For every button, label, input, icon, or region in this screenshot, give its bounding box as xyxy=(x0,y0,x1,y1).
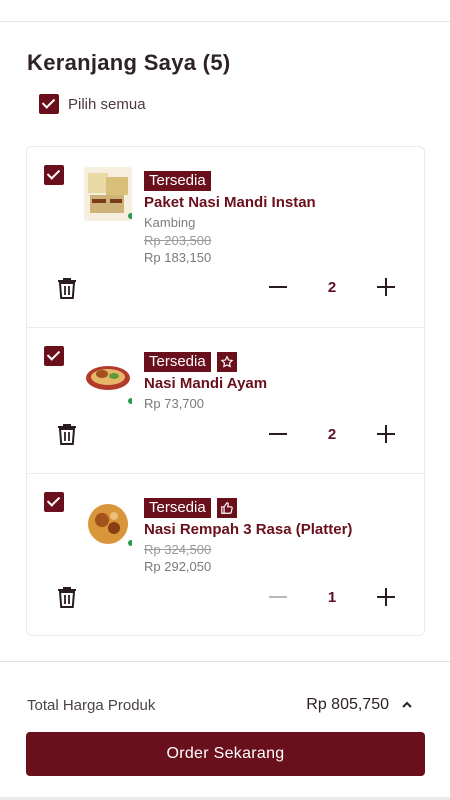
item-name[interactable]: Nasi Rempah 3 Rasa (Platter) xyxy=(144,521,352,538)
item-checkbox[interactable] xyxy=(44,165,64,185)
page-title: Keranjang Saya (5) xyxy=(27,50,231,75)
item-name[interactable]: Paket Nasi Mandi Instan xyxy=(144,194,316,211)
cart-item: Tersedia Nasi Mandi Ayam Rp 73,700 2 xyxy=(27,327,424,473)
trash-icon[interactable] xyxy=(56,276,78,300)
cart-item: Tersedia Paket Nasi Mandi Instan Kambing… xyxy=(27,147,424,327)
chevron-up-icon[interactable] xyxy=(400,698,414,712)
order-now-button[interactable]: Order Sekarang xyxy=(26,732,425,776)
select-all-row[interactable]: Pilih semua xyxy=(39,94,146,114)
trash-icon[interactable] xyxy=(56,422,78,446)
decrease-quantity-button[interactable] xyxy=(267,423,289,445)
item-checkbox[interactable] xyxy=(44,492,64,512)
quantity-value: 1 xyxy=(327,588,337,606)
item-old-price: Rp 203,500 xyxy=(144,233,212,248)
available-dot xyxy=(128,213,132,219)
quantity-stepper: 2 xyxy=(267,422,397,446)
increase-quantity-button[interactable] xyxy=(375,586,397,608)
header-strip xyxy=(0,0,450,22)
increase-quantity-button[interactable] xyxy=(375,276,397,298)
quantity-stepper: 2 xyxy=(267,275,397,299)
product-image-graphic xyxy=(84,352,132,406)
availability-badge: Tersedia xyxy=(144,352,211,372)
product-image-graphic xyxy=(84,494,132,548)
cart-list: Tersedia Paket Nasi Mandi Instan Kambing… xyxy=(26,146,425,636)
select-all-label: Pilih semua xyxy=(68,95,146,113)
available-dot xyxy=(128,540,132,546)
total-label: Total Harga Produk xyxy=(27,697,156,714)
item-price: Rp 292,050 xyxy=(144,559,212,574)
available-dot xyxy=(128,398,132,404)
quantity-value: 2 xyxy=(327,278,337,296)
badge-row: Tersedia xyxy=(144,498,237,518)
item-old-price: Rp 324,500 xyxy=(144,542,212,557)
quantity-value: 2 xyxy=(327,425,337,443)
cart-item: Tersedia Nasi Rempah 3 Rasa (Platter) Rp… xyxy=(27,473,424,635)
total-value[interactable]: Rp 805,750 xyxy=(306,696,389,714)
item-price: Rp 73,700 xyxy=(144,396,204,411)
product-image-graphic xyxy=(84,167,132,221)
thumbs-up-icon xyxy=(216,498,237,518)
item-name[interactable]: Nasi Mandi Ayam xyxy=(144,375,267,392)
trash-icon[interactable] xyxy=(56,585,78,609)
decrease-quantity-button[interactable] xyxy=(267,276,289,298)
increase-quantity-button[interactable] xyxy=(375,423,397,445)
quantity-stepper: 1 xyxy=(267,585,397,609)
decrease-quantity-button[interactable] xyxy=(267,586,289,608)
badge-row: Tersedia xyxy=(144,171,211,191)
item-price: Rp 183,150 xyxy=(144,250,212,265)
star-icon xyxy=(216,352,237,372)
availability-badge: Tersedia xyxy=(144,498,211,518)
badge-row: Tersedia xyxy=(144,352,237,372)
product-image[interactable] xyxy=(84,494,132,548)
product-image[interactable] xyxy=(84,352,132,406)
item-variant: Kambing xyxy=(144,215,196,230)
product-image[interactable] xyxy=(84,167,132,221)
availability-badge: Tersedia xyxy=(144,171,211,191)
footer-divider xyxy=(0,661,450,662)
select-all-checkbox[interactable] xyxy=(39,94,59,114)
item-checkbox[interactable] xyxy=(44,346,64,366)
